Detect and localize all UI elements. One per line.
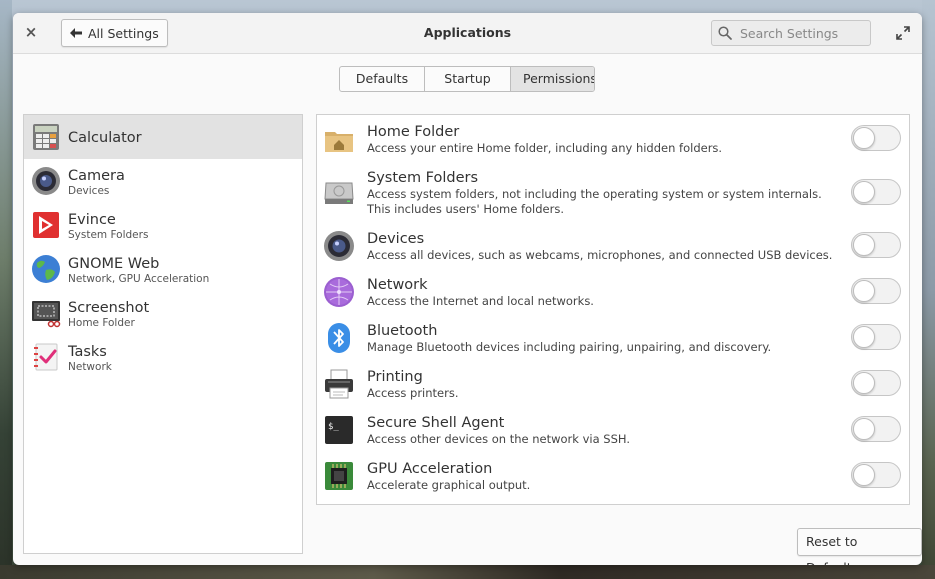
tab-defaults[interactable]: Defaults	[340, 67, 425, 91]
app-item-evince[interactable]: Evince System Folders	[24, 203, 302, 247]
calculator-icon	[33, 124, 59, 150]
permission-title: Bluetooth	[367, 323, 438, 339]
titlebar: × All Settings Applications	[13, 13, 922, 54]
permission-title: Home Folder	[367, 124, 460, 140]
permission-row-devices: Devices Access all devices, such as webc…	[317, 228, 909, 268]
tasks-icon	[34, 343, 58, 371]
app-permissions-summary: Network	[68, 361, 112, 373]
permission-description: Access other devices on the network via …	[367, 432, 631, 446]
desktop-wallpaper-right	[922, 0, 935, 579]
app-name: Camera	[68, 168, 125, 184]
permission-row-home-folder: Home Folder Access your entire Home fold…	[317, 121, 909, 161]
desktop-wallpaper-bottom	[0, 565, 935, 579]
app-list: Calculator Camera Devices Evince System …	[23, 114, 303, 554]
app-name: GNOME Web	[68, 256, 160, 272]
permission-description: Access your entire Home folder, includin…	[367, 141, 723, 155]
toggle-knob	[853, 280, 875, 302]
permission-title: Devices	[367, 231, 425, 247]
tab-permissions[interactable]: Permissions	[511, 67, 594, 91]
system-folders-icon	[324, 182, 354, 204]
app-item-camera[interactable]: Camera Devices	[24, 159, 302, 203]
secure-shell-agent-toggle[interactable]	[851, 416, 901, 442]
devices-icon	[324, 231, 354, 261]
home-folder-toggle[interactable]	[851, 125, 901, 151]
system-folders-toggle[interactable]	[851, 179, 901, 205]
search-box[interactable]	[711, 20, 871, 46]
permission-row-network: Network Access the Internet and local ne…	[317, 274, 909, 314]
reset-to-defaults-button[interactable]: Reset to Defaults	[797, 528, 922, 565]
app-permissions-summary: Network, GPU Acceleration	[68, 273, 210, 285]
permission-title: GPU Acceleration	[367, 461, 493, 477]
permission-row-secure-shell-agent: $_ Secure Shell Agent Access other devic…	[317, 412, 909, 452]
app-name: Screenshot	[68, 300, 150, 316]
permission-description: Access the Internet and local networks.	[367, 294, 594, 308]
app-item-gnome-web[interactable]: GNOME Web Network, GPU Acceleration	[24, 247, 302, 291]
permission-title: Network	[367, 277, 428, 293]
network-toggle[interactable]	[851, 278, 901, 304]
app-permissions-summary: Devices	[68, 185, 110, 197]
permissions-list: Home Folder Access your entire Home fold…	[316, 114, 910, 505]
network-icon	[324, 277, 354, 307]
devices-toggle[interactable]	[851, 232, 901, 258]
toggle-knob	[853, 326, 875, 348]
permission-description: Accelerate graphical output.	[367, 478, 531, 492]
printing-toggle[interactable]	[851, 370, 901, 396]
app-item-screenshot[interactable]: Screenshot Home Folder	[24, 291, 302, 335]
screenshot-icon	[32, 301, 61, 328]
app-name: Evince	[68, 212, 116, 228]
evince-icon	[33, 212, 59, 238]
view-switcher: Defaults Startup Permissions	[339, 66, 595, 92]
toggle-knob	[853, 127, 875, 149]
app-name: Tasks	[68, 344, 107, 360]
permission-description: Access all devices, such as webcams, mic…	[367, 248, 833, 262]
gnome-web-icon	[32, 255, 60, 283]
toggle-knob	[853, 372, 875, 394]
printer-icon	[325, 369, 353, 399]
toggle-knob	[853, 181, 875, 203]
app-name: Calculator	[68, 130, 142, 146]
gpu-acceleration-toggle[interactable]	[851, 462, 901, 488]
maximize-icon[interactable]	[895, 25, 911, 41]
tab-startup[interactable]: Startup	[425, 67, 511, 91]
permission-row-gpu-acceleration: GPU Acceleration Accelerate graphical ou…	[317, 458, 909, 498]
permission-title: System Folders	[367, 170, 479, 186]
toggle-knob	[853, 418, 875, 440]
permission-title: Secure Shell Agent	[367, 415, 505, 431]
home-folder-icon	[325, 132, 353, 152]
terminal-icon: $_	[325, 416, 353, 444]
app-item-calculator[interactable]: Calculator	[24, 115, 302, 159]
gpu-chip-icon	[325, 462, 353, 490]
bluetooth-toggle[interactable]	[851, 324, 901, 350]
search-icon	[712, 26, 738, 40]
app-permissions-summary: Home Folder	[68, 317, 135, 329]
toggle-knob	[853, 464, 875, 486]
permission-row-bluetooth: Bluetooth Manage Bluetooth devices inclu…	[317, 320, 909, 360]
app-item-tasks[interactable]: Tasks Network	[24, 335, 302, 379]
app-permissions-summary: System Folders	[68, 229, 149, 241]
toggle-knob	[853, 234, 875, 256]
permission-row-system-folders: System Folders Access system folders, no…	[317, 167, 909, 221]
permission-title: Printing	[367, 369, 423, 385]
svg-text:$_: $_	[328, 422, 339, 432]
permission-description: Access system folders, not including the…	[367, 187, 822, 216]
permission-row-printing: Printing Access printers.	[317, 366, 909, 406]
desktop-wallpaper-left	[0, 0, 12, 579]
camera-icon	[32, 167, 60, 195]
search-input[interactable]	[738, 24, 866, 42]
settings-window: × All Settings Applications D	[13, 13, 922, 565]
bluetooth-icon	[328, 323, 350, 353]
permission-description: Access printers.	[367, 386, 459, 400]
permission-description: Manage Bluetooth devices including pairi…	[367, 340, 772, 354]
